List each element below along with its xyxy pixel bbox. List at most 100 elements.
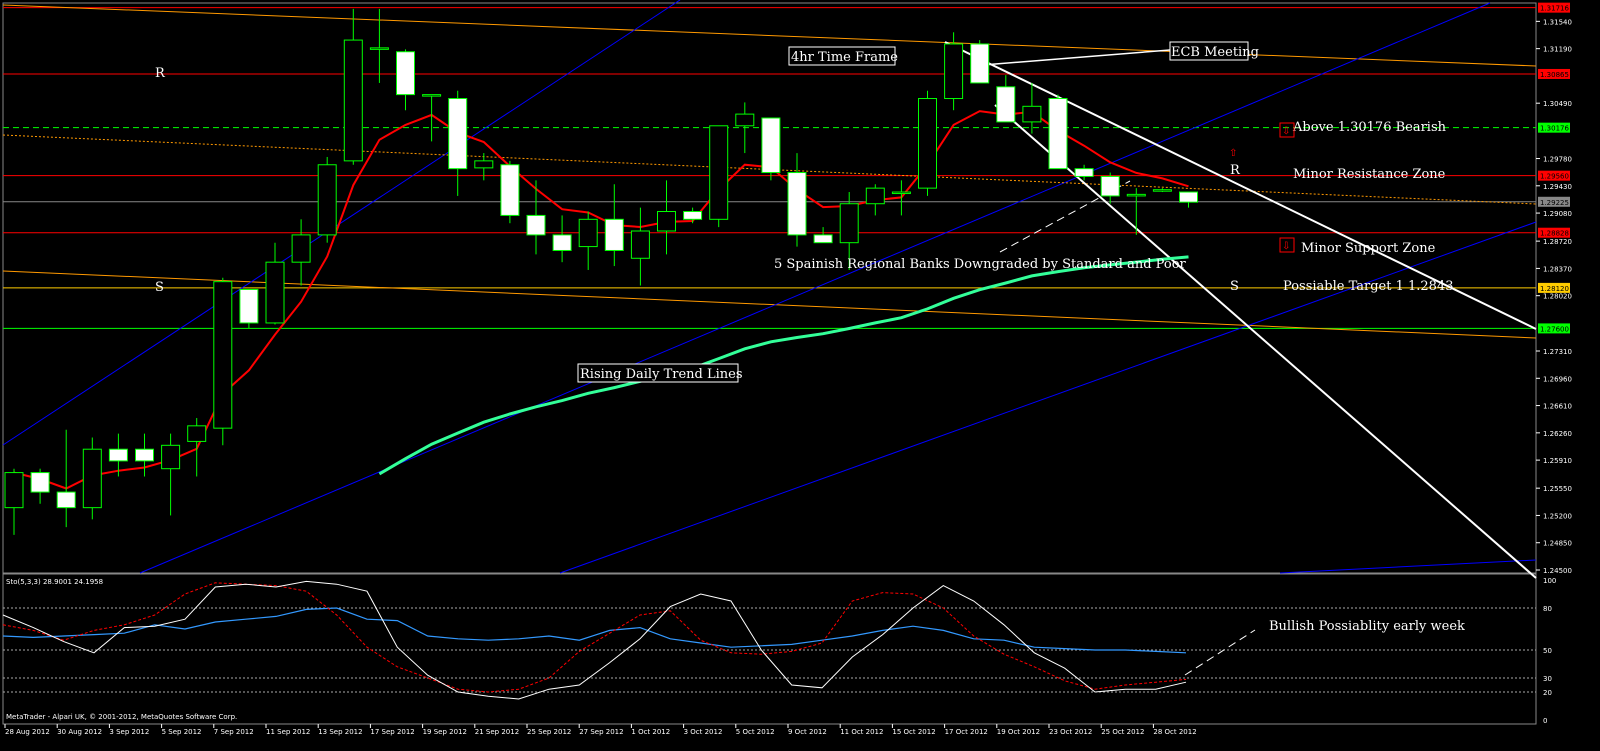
level-tag-label: 1.27600 [1540, 325, 1569, 333]
candle-body [918, 98, 937, 189]
candle-body [30, 472, 50, 493]
candle-body [56, 491, 76, 509]
time-tick-label: 13 Sep 2012 [318, 728, 362, 736]
level-tag-label: 1.29560 [1540, 173, 1569, 181]
level-tag-label: 1.30176 [1540, 125, 1569, 133]
candle-body [396, 51, 415, 96]
price-tick-label: 1.27310 [1543, 348, 1572, 356]
annotation-target: Possiable Target 1 1.2843 [1283, 279, 1454, 294]
time-tick-label: 1 Oct 2012 [631, 728, 670, 736]
annotation-bullish: Bullish Possiablity early week [1269, 619, 1465, 634]
time-tick-label: 17 Sep 2012 [370, 728, 414, 736]
candle-body [996, 86, 1016, 123]
candle-body [317, 164, 337, 236]
candle-body [135, 448, 154, 462]
up-arrow-icon: ⇧ [1229, 148, 1237, 159]
time-tick-label: 7 Sep 2012 [214, 728, 254, 736]
candle-body [657, 211, 676, 232]
price-tick-label: 1.30490 [1543, 100, 1572, 108]
time-tick-label: 19 Sep 2012 [423, 728, 467, 736]
time-tick-label: 5 Sep 2012 [162, 728, 202, 736]
annotation-4hr: 4hr Time Frame [791, 50, 898, 65]
price-tick-label: 1.26260 [1543, 430, 1572, 438]
time-tick-label: 11 Sep 2012 [266, 728, 310, 736]
stochastic-tick-label: 100 [1543, 577, 1556, 585]
time-tick-label: 11 Oct 2012 [840, 728, 883, 736]
candle-body [1100, 175, 1120, 197]
time-tick-label: 15 Oct 2012 [892, 728, 935, 736]
annotation-r-left: R [155, 66, 166, 81]
candle-body [1048, 98, 1068, 170]
time-tick-label: 21 Sep 2012 [475, 728, 519, 736]
level-tag-label: 1.29225 [1540, 199, 1569, 207]
time-tick-label: 25 Oct 2012 [1101, 728, 1144, 736]
time-tick-label: 3 Oct 2012 [684, 728, 723, 736]
candle-body [422, 94, 442, 97]
candle-body [526, 214, 546, 236]
candle-body [813, 234, 833, 244]
price-tick-label: 1.26610 [1543, 403, 1572, 411]
candle-body [604, 218, 624, 251]
candle-body [187, 425, 207, 442]
time-tick-label: 28 Aug 2012 [5, 728, 50, 736]
annotation-banks-downgraded: 5 Spainish Regional Banks Downgraded by … [774, 257, 1187, 272]
time-tick-label: 19 Oct 2012 [997, 728, 1040, 736]
time-tick-label: 3 Sep 2012 [109, 728, 149, 736]
candle-body [239, 288, 259, 324]
level-tag-label: 1.28120 [1540, 285, 1569, 293]
price-tick-label: 1.28020 [1543, 293, 1572, 301]
time-tick-label: 17 Oct 2012 [945, 728, 988, 736]
level-tag-label: 1.28828 [1540, 230, 1569, 238]
annotation-minor-resistance: Minor Resistance Zone [1293, 167, 1446, 182]
candle-body [291, 234, 311, 263]
price-tick-label: 1.25910 [1543, 457, 1572, 465]
candle-body [108, 448, 128, 462]
time-tick-label: 28 Oct 2012 [1153, 728, 1196, 736]
candle-body [1022, 105, 1042, 123]
price-tick-label: 1.24500 [1543, 567, 1572, 575]
time-tick-label: 23 Oct 2012 [1049, 728, 1092, 736]
price-tick-label: 1.29780 [1543, 156, 1572, 164]
annotation-s-left: S [155, 280, 164, 295]
candle-body [1179, 191, 1198, 203]
candle-body [683, 211, 703, 220]
price-tick-label: 1.25550 [1543, 485, 1572, 493]
candle-body [82, 448, 102, 509]
annotation-s-right: S [1230, 279, 1239, 294]
annotation-ecb: ECB Meeting [1171, 45, 1259, 60]
candle-body [343, 39, 363, 162]
price-chart[interactable]: 1.31540 1.31190 1.30490 1.29780 1.29430 1.290… [0, 0, 1600, 751]
stochastic-tick-label: 30 [1543, 675, 1552, 683]
candle-body [265, 261, 285, 324]
candle-body [213, 281, 233, 429]
candle-body [474, 160, 494, 169]
down-arrow-icon: ⇩ [1282, 126, 1290, 137]
candle-body [4, 472, 24, 509]
price-tick-label: 1.31190 [1543, 46, 1572, 54]
candle-body [1152, 189, 1172, 192]
price-tick-label: 1.28370 [1543, 265, 1572, 273]
annotation-minor-support: Minor Support Zone [1301, 241, 1436, 256]
chart-background [0, 0, 1600, 751]
price-tick-label: 1.24850 [1543, 540, 1572, 548]
candle-body [1074, 168, 1094, 177]
price-tick-label: 1.26960 [1543, 375, 1572, 383]
candle-body [970, 43, 990, 84]
stochastic-tick-label: 50 [1543, 647, 1552, 655]
price-tick-label: 1.25200 [1543, 512, 1572, 520]
stochastic-label: Sto(5,3,3) 28.9001 24.1958 [6, 578, 103, 586]
candle-body [578, 218, 598, 248]
down-arrow-icon-2: ⇩ [1282, 241, 1290, 252]
candle-body [735, 113, 755, 127]
footer-credit: MetaTrader - Alpari UK, © 2001-2012, Met… [6, 713, 237, 721]
candle-body [552, 234, 572, 251]
candle-body [865, 187, 885, 205]
price-tick-label: 1.29430 [1543, 183, 1572, 191]
level-tag-label: 1.30865 [1540, 71, 1569, 79]
annotation-r-right: R [1230, 163, 1241, 178]
time-tick-label: 25 Sep 2012 [527, 728, 571, 736]
stochastic-tick-label: 20 [1543, 689, 1552, 697]
candle-body [944, 43, 964, 100]
candle-body [630, 230, 650, 259]
stochastic-tick-label: 0 [1543, 717, 1547, 725]
